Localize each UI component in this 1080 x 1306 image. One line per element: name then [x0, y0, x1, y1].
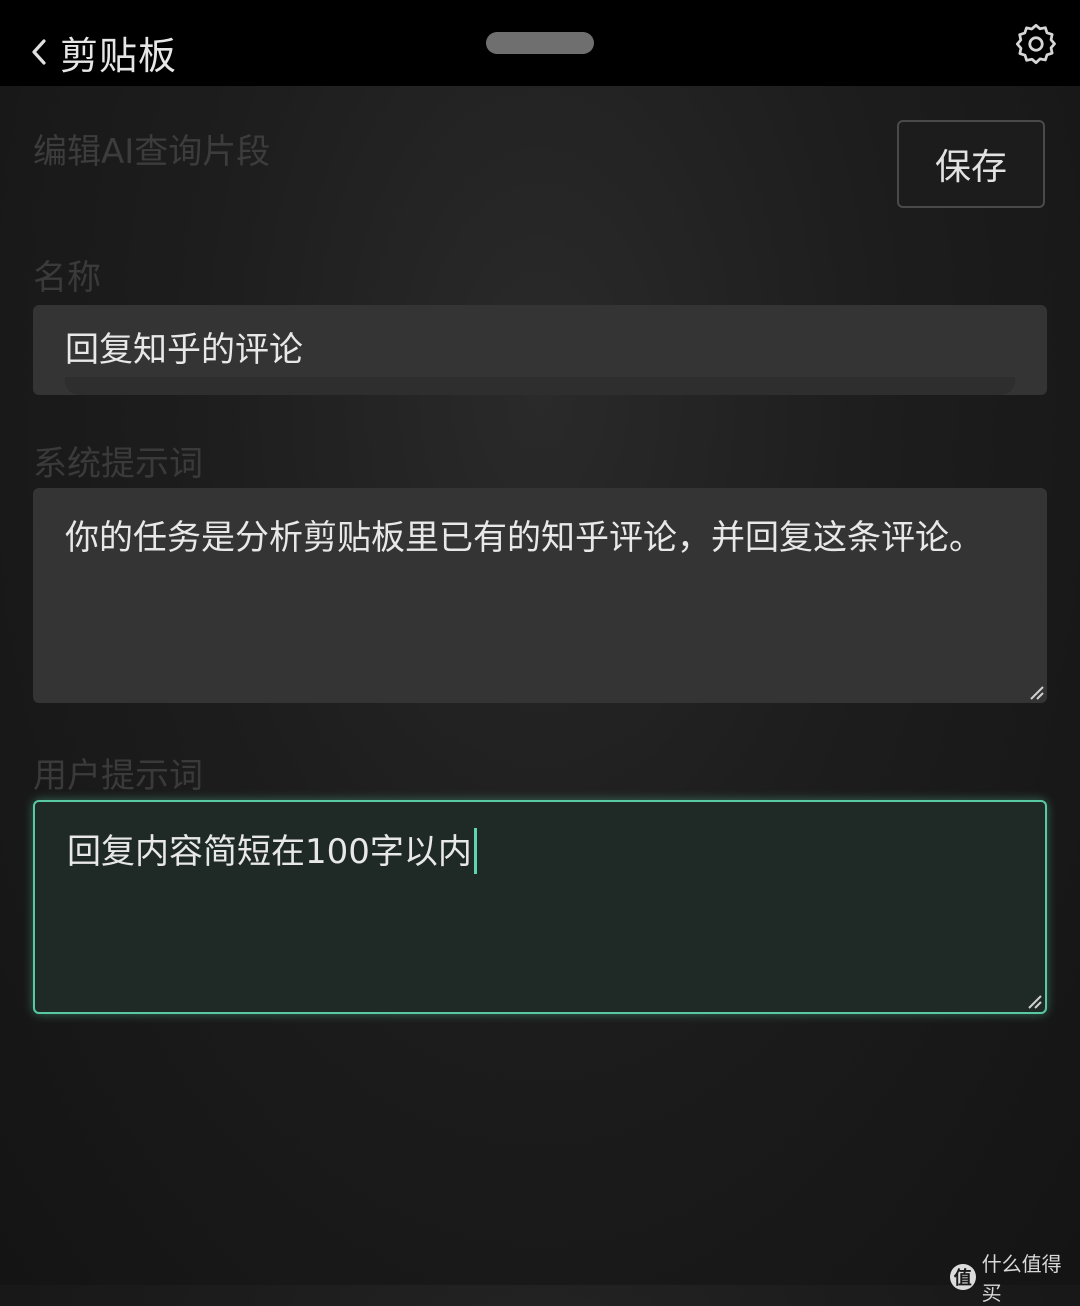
- user-prompt-label: 用户提示词: [33, 756, 203, 796]
- user-prompt-textarea[interactable]: 回复内容简短在100字以内: [33, 800, 1047, 1014]
- back-label: 剪贴板: [60, 33, 178, 78]
- system-prompt-value: 你的任务是分析剪贴板里已有的知乎评论，并回复这条评论。: [65, 518, 983, 558]
- name-input[interactable]: 回复知乎的评论: [33, 305, 1047, 395]
- text-caret: [473, 827, 477, 874]
- watermark-logo-icon: 值: [950, 1264, 976, 1290]
- system-prompt-textarea[interactable]: 你的任务是分析剪贴板里已有的知乎评论，并回复这条评论。: [33, 488, 1047, 703]
- drag-handle[interactable]: [486, 32, 594, 54]
- name-label: 名称: [33, 258, 101, 298]
- resize-handle-icon[interactable]: [1028, 684, 1044, 700]
- name-input-value: 回复知乎的评论: [65, 330, 303, 370]
- system-prompt-label: 系统提示词: [33, 444, 203, 484]
- user-prompt-value: 回复内容简短在100字以内: [67, 832, 472, 872]
- input-shadow: [65, 377, 1015, 395]
- back-button[interactable]: 剪贴板: [28, 24, 177, 80]
- resize-handle-icon[interactable]: [1026, 993, 1042, 1009]
- watermark: 值 什么值得买: [950, 1248, 1080, 1306]
- gear-icon[interactable]: [1014, 22, 1058, 66]
- page-title: 编辑AI查询片段: [33, 132, 271, 172]
- chevron-left-icon: [28, 35, 50, 69]
- save-button[interactable]: 保存: [897, 120, 1045, 208]
- top-bar: 剪贴板: [0, 0, 1080, 86]
- watermark-text: 什么值得买: [981, 1252, 1062, 1305]
